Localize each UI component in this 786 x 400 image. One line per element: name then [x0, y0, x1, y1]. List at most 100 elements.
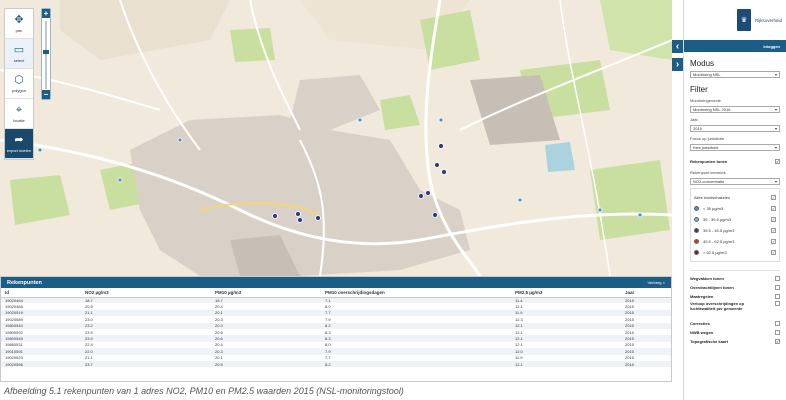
pan-tool-button[interactable]: ✥ pan [5, 9, 33, 39]
legend-label: < 35 µg/m3 [703, 206, 724, 211]
legend-item[interactable]: 40.5 - 62.5 µg/m3 ✓ [694, 236, 776, 247]
layer-checkbox[interactable] [775, 294, 780, 299]
rekenpunten-panel: Rekenpunten Verberg × Id NO2 µg/m3 PM10 … [0, 276, 672, 382]
monitoringsronde-label: Monitoringsronde [690, 98, 721, 103]
close-icon: × [662, 280, 665, 285]
legend-item[interactable]: 35 - 39.5 µg/m3 ✓ [694, 214, 776, 225]
rekenpunten-title: Rekenpunten [7, 279, 42, 286]
column-header[interactable]: NO2 µg/m3 [81, 288, 211, 298]
jaar-value: 2015 [693, 126, 702, 131]
focus-select[interactable]: Kies jurisdictie ▾ [690, 144, 780, 151]
chevron-down-icon: ▾ [774, 179, 777, 184]
layer-label: Maatregelen [690, 294, 714, 299]
polygon-tool-button[interactable]: ⬡ polygon [5, 69, 33, 99]
layer-toggle[interactable]: Maatregelen [690, 292, 780, 301]
column-header[interactable]: PM2.5 µg/m3 [511, 288, 621, 298]
legend-checkbox[interactable]: ✓ [771, 228, 776, 233]
legend-swatch [694, 239, 699, 244]
legend-all-checkbox[interactable]: ✓ [771, 195, 776, 200]
locate-tool-button[interactable]: ⌖ locatie [5, 99, 33, 129]
legend-label: > 62.5 µg/m3 [703, 250, 727, 255]
table-cell: 19020596 [1, 360, 81, 368]
table-cell: 8.2 [321, 360, 511, 368]
column-header[interactable]: PM10 µg/m3 [211, 288, 321, 298]
legend-all-label: Alles in/uitschakelen [694, 195, 731, 200]
layer-toggle[interactable]: Wegvakken tonen [690, 274, 780, 283]
export-tool-label: export doelen [6, 147, 32, 153]
column-header[interactable]: Jaar [621, 288, 671, 298]
table-cell: 12.1 [511, 360, 621, 368]
map-toolbar: ✥ pan ▭ select ⬡ polygon ⌖ locatie ➦ exp… [4, 8, 34, 160]
jaar-select[interactable]: 2015 ▾ [690, 125, 780, 132]
hide-table-button[interactable]: Verberg × [648, 280, 665, 285]
locate-tool-label: locatie [13, 117, 25, 123]
legend-checkbox[interactable]: ✓ [771, 217, 776, 222]
layer-label: Wegvakken tonen [690, 276, 724, 281]
figure-caption: Afbeelding 5.1 rekenpunten van 1 adres N… [4, 386, 404, 396]
legend-item[interactable]: 39.5 - 40.5 µg/m3 ✓ [694, 225, 776, 236]
layer-checkbox[interactable]: ✓ [775, 339, 780, 344]
legend-swatch [694, 206, 699, 211]
layer-toggle[interactable]: Verloop overschrijdingen op luchtkwalite… [690, 301, 780, 319]
monitoringsronde-select[interactable]: Monitoring NSL 2016 ▾ [690, 106, 780, 113]
legend-checkbox[interactable]: ✓ [771, 250, 776, 255]
layer-checkbox[interactable] [775, 285, 780, 290]
table-header-row: Id NO2 µg/m3 PM10 µg/m3 PM10 overschrijd… [1, 288, 671, 298]
layer-label: Correcties [690, 321, 710, 326]
hide-table-label: Verberg [647, 280, 662, 285]
select-icon: ▭ [13, 43, 25, 56]
login-button[interactable]: Inloggen [684, 40, 786, 52]
column-header[interactable]: PM10 overschrijdingsdagen [321, 288, 511, 298]
collapse-panel-button[interactable]: ‹ [672, 40, 683, 53]
pan-icon: ✥ [14, 13, 24, 26]
brand-name: Rijksoverheid [754, 17, 782, 23]
column-header[interactable]: Id [1, 288, 81, 298]
crest-logo-icon: ♛ [736, 9, 751, 31]
modus-value: Monitoring NSL [693, 72, 721, 77]
rekenpunten-checkbox[interactable]: ✓ [775, 159, 780, 164]
rekenpunt-kenmerk-select[interactable]: NO2-concentratie ▾ [690, 178, 780, 185]
layer-checkbox[interactable] [775, 330, 780, 335]
zoom-out-button[interactable]: − [42, 90, 50, 99]
zoom-track[interactable] [45, 21, 47, 89]
rekenpunten-toggle[interactable]: Rekenpunten tonen ✓ [690, 157, 780, 166]
legend-swatch [694, 250, 699, 255]
legend-checkbox[interactable]: ✓ [771, 206, 776, 211]
select-tool-label: select [13, 57, 25, 63]
select-tool-button[interactable]: ▭ select [5, 39, 33, 69]
legend-all-toggle[interactable]: Alles in/uitschakelen ✓ [694, 192, 776, 203]
zoom-slider-handle[interactable] [43, 49, 49, 54]
modus-title: Modus [690, 59, 715, 68]
chevron-down-icon: ▾ [774, 126, 777, 131]
legend-label: 39.5 - 40.5 µg/m3 [703, 228, 735, 233]
locate-icon: ⌖ [15, 103, 23, 116]
zoom-in-button[interactable]: + [42, 9, 50, 18]
layer-toggle[interactable]: Topografische kaart ✓ [690, 337, 780, 346]
layer-toggle[interactable]: Correcties [690, 319, 780, 328]
layer-checkbox[interactable] [775, 276, 780, 281]
legend-label: 40.5 - 62.5 µg/m3 [703, 239, 735, 244]
map-canvas[interactable]: ✥ pan ▭ select ⬡ polygon ⌖ locatie ➦ exp… [0, 0, 672, 276]
layer-toggle[interactable]: NWB wegen [690, 328, 780, 337]
map-layer [0, 0, 672, 276]
zoom-control: + − [41, 8, 51, 100]
export-tool-button[interactable]: ➦ export doelen [5, 129, 33, 159]
side-panel: ♛ Rijksoverheid Inloggen Modus Monitorin… [683, 0, 786, 400]
layer-toggle[interactable]: Overdrachtlijnen tonen [690, 283, 780, 292]
modus-select[interactable]: Monitoring NSL ▾ [690, 71, 780, 78]
legend-checkbox[interactable]: ✓ [771, 239, 776, 244]
filter-title: Filter [690, 85, 708, 94]
rekenpunt-kenmerk-value: NO2-concentratie [693, 179, 725, 184]
table-cell: 20.5 [211, 360, 321, 368]
layer-label: NWB wegen [690, 330, 714, 335]
chevron-right-icon: › [675, 59, 680, 70]
legend-item[interactable]: > 62.5 µg/m3 ✓ [694, 247, 776, 258]
divider [690, 270, 780, 271]
expand-panel-button[interactable]: › [672, 58, 683, 71]
monitoringsronde-value: Monitoring NSL 2016 [693, 107, 731, 112]
layer-checkbox[interactable] [775, 321, 780, 326]
layer-checkbox[interactable] [775, 301, 780, 306]
table-row[interactable]: 19020596 23.7 20.5 8.2 12.1 2015 [1, 360, 671, 368]
legend-item[interactable]: < 35 µg/m3 ✓ [694, 203, 776, 214]
focus-value: Kies jurisdictie [693, 145, 719, 150]
